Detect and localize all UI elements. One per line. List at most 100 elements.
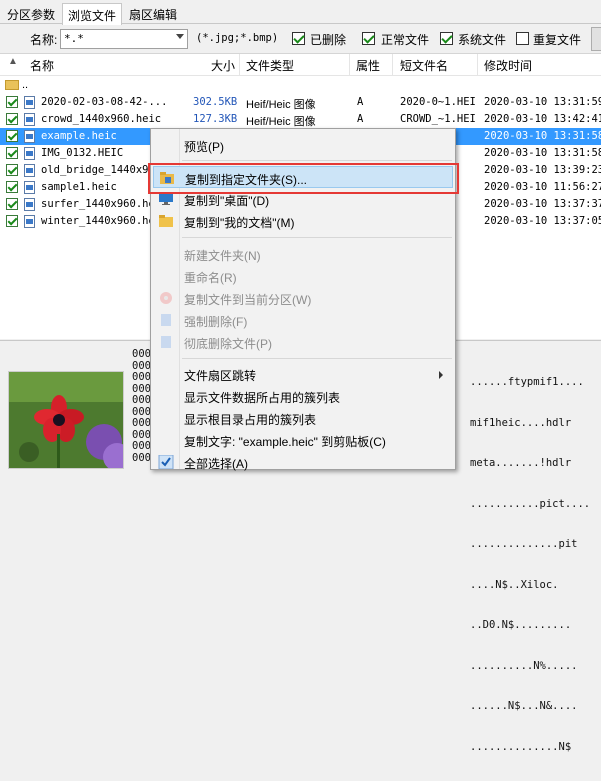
file-short-name: CROWD_~1.HEI [400,113,476,125]
column-divider[interactable] [477,54,478,76]
column-divider[interactable] [239,54,240,76]
hex-offset-column: 000 000 000 000 000 000 000 000 000 000 [132,348,151,464]
ascii-line: meta.......!hdlr [470,457,572,469]
image-file-icon [24,164,35,177]
tab-browse-files[interactable]: 浏览文件 [62,3,123,25]
chevron-down-icon[interactable] [176,34,184,39]
hex-offset: 000 [132,451,151,464]
tab-label: 分区参数 [7,8,56,22]
column-type[interactable]: 文件类型 [246,57,294,74]
row-checkbox[interactable] [6,181,18,193]
menu-item-label: 彻底删除文件(P) [184,337,272,351]
documents-folder-icon [158,214,174,228]
file-attr: A [357,96,364,108]
file-mtime: 2020-03-10 13:42:41 [484,113,601,125]
hex-offset: 000 [132,417,151,429]
menu-item-force-delete: 强制删除(F) [153,309,453,331]
column-name[interactable]: 名称 [30,57,54,74]
ascii-line: ....N$..Xiloc. [470,578,559,591]
system-files-checkbox[interactable] [440,32,453,45]
row-checkbox[interactable] [6,164,18,176]
menu-item-label: 复制到"桌面"(D) [184,194,270,208]
menu-separator [182,160,452,161]
name-filter-label: 名称: [30,33,58,47]
menu-item-file-cluster-list[interactable]: 显示文件数据所占用的簇列表 [153,385,453,407]
menu-item-label: 复制到"我的文档"(M) [184,216,295,230]
file-mtime: 2020-03-10 11:56:27 [484,181,601,193]
file-type: Heif/Heic 图像 [246,116,316,128]
file-name: crowd_1440x960.heic [41,113,162,125]
menu-item-label: 强制删除(F) [184,315,248,329]
tab-partition-params[interactable]: 分区参数 [2,3,60,24]
table-row[interactable]: 2020-02-03-08-42-... 302.5KB Heif/Heic 图… [0,94,601,111]
ascii-line: ......ftypmif1.... [470,376,584,388]
submenu-arrow-icon [439,371,443,379]
system-files-label: 系统文件 [458,33,507,47]
file-name: 2020-02-03-08-42-... [41,96,168,108]
file-name: IMG_0132.HEIC [41,147,124,159]
parent-folder-label: .. [22,79,29,91]
folder-icon [5,80,19,90]
sort-up-icon[interactable]: ▲ [8,56,18,67]
file-name: winter_1440x960.he [41,215,155,227]
row-checkbox[interactable] [6,113,18,125]
image-file-icon [24,198,35,211]
normal-files-checkbox[interactable] [362,32,375,45]
parent-folder-row[interactable]: .. [0,77,601,94]
menu-separator [182,358,452,359]
check-icon [158,454,174,470]
menu-item-root-cluster-list[interactable]: 显示根目录占用的簇列表 [153,407,453,429]
ascii-line: ..............N$ [470,740,572,753]
file-mtime: 2020-03-10 13:39:23 [484,164,601,176]
menu-item-preview[interactable]: 预览(P) [153,134,453,156]
row-checkbox[interactable] [6,198,18,210]
hex-offset: 000 [132,371,151,383]
file-name: sample1.heic [41,181,117,193]
menu-item-copy-text[interactable]: 复制文字: "example.heic" 到剪贴板(C) [153,429,453,451]
deleted-label: 已删除 [310,33,347,47]
row-checkbox[interactable] [6,96,18,108]
image-file-icon [24,215,35,228]
column-mtime[interactable]: 修改时间 [484,57,532,74]
column-divider[interactable] [392,54,393,76]
tab-sector-edit[interactable]: 扇区编辑 [124,3,182,24]
column-short-name[interactable]: 短文件名 [400,57,448,74]
menu-item-copy-to-documents[interactable]: 复制到"我的文档"(M) [153,210,453,232]
file-attr: A [357,113,364,125]
hex-offset: 000 [132,394,151,406]
menu-item-label: 预览(P) [184,140,224,154]
menu-item-label: 复制文字: "example.heic" 到剪贴板(C) [184,435,386,449]
ascii-line: ..........N%..... [470,659,578,672]
row-checkbox[interactable] [6,130,18,142]
deleted-checkbox[interactable] [292,32,305,45]
permanent-delete-icon [158,335,174,349]
file-type: Heif/Heic 图像 [246,99,316,111]
name-filter-combo[interactable]: *.* [60,29,188,49]
image-file-icon [24,130,35,143]
file-size: 302.5KB [193,96,238,108]
menu-item-label: 文件扇区跳转 [184,369,257,383]
column-attr[interactable]: 属性 [356,57,380,74]
name-filter-value: *.* [64,32,84,45]
row-checkbox[interactable] [6,215,18,227]
file-mtime: 2020-03-10 13:37:37 [484,198,601,210]
desktop-icon [158,192,174,206]
image-file-icon [24,113,35,126]
file-mtime: 2020-03-10 13:31:58 [484,147,601,159]
menu-item-label: 重命名(R) [184,271,237,285]
file-size: 127.3KB [193,113,238,125]
filter-apply-button[interactable] [591,27,601,51]
row-checkbox[interactable] [6,147,18,159]
table-row[interactable]: crowd_1440x960.heic 127.3KB Heif/Heic 图像… [0,111,601,128]
image-file-icon [24,96,35,109]
duplicate-files-checkbox[interactable] [516,32,529,45]
file-mtime: 2020-03-10 13:31:59 [484,96,601,108]
highlight-annotation-box [148,163,459,194]
menu-item-sector-jump[interactable]: 文件扇区跳转 [153,363,453,385]
ascii-line: ..............pit [470,538,578,550]
menu-item-label: 全部选择(A) [184,457,248,471]
column-divider[interactable] [349,54,350,76]
menu-item-new-folder: 新建文件夹(N) [153,243,453,265]
filter-bar: 名称: *.* (*.jpg;*.bmp) 已删除 正常文件 系统文件 重复文件 [0,25,601,53]
column-size[interactable]: 大小 [211,57,235,74]
